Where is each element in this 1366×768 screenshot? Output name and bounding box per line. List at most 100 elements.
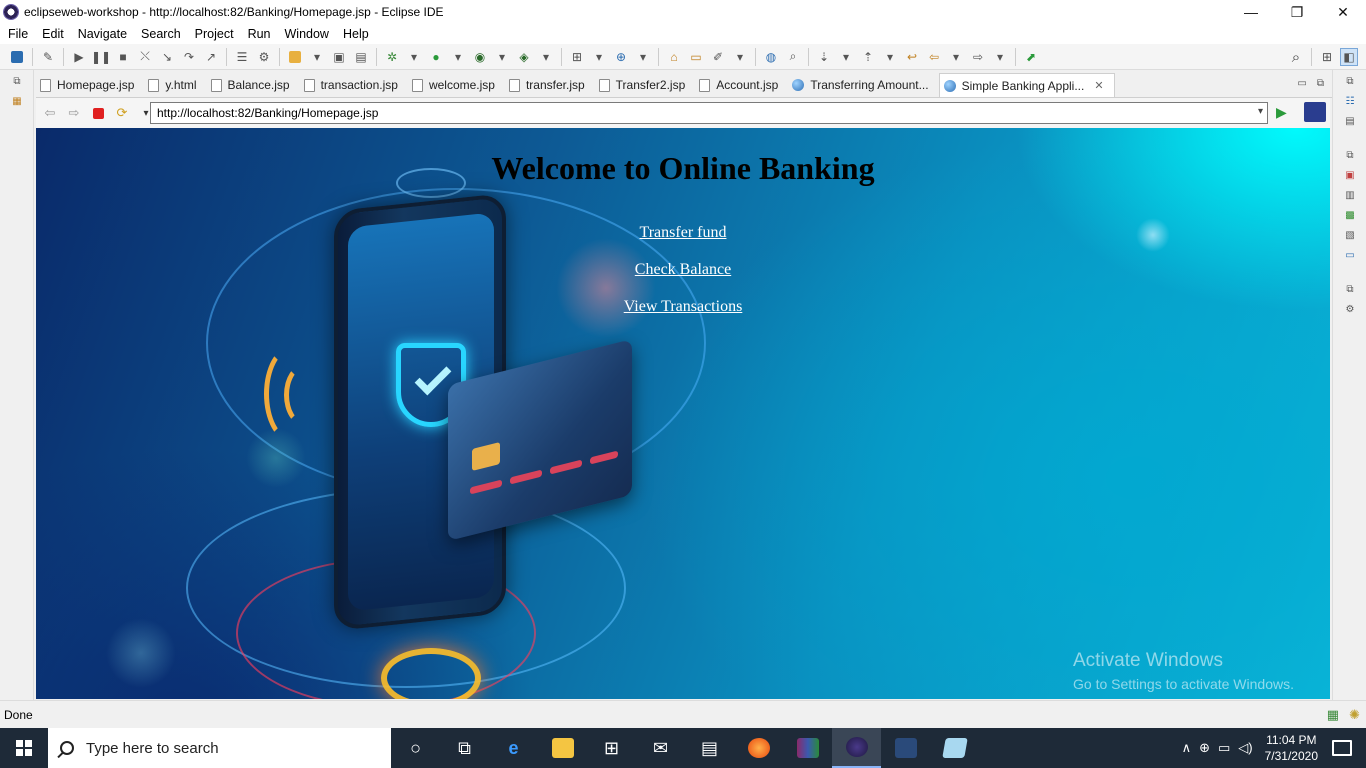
dropdown-arrow-icon[interactable]: ▾ [590,48,608,66]
file-explorer-icon[interactable] [538,728,587,768]
error-log-icon[interactable]: ▦ [1327,707,1339,723]
open-folder-icon[interactable]: ▭ [687,48,705,66]
step-into-icon[interactable]: ↘ [158,48,176,66]
forward-icon[interactable]: ⇨ [969,48,987,66]
open-task-list-icon[interactable]: ✐ [709,48,727,66]
tab-welcome-jsp[interactable]: welcome.jsp [408,73,505,97]
resume-icon[interactable]: ▶ [70,48,88,66]
step-return-icon[interactable]: ↗ [202,48,220,66]
refresh-icon[interactable]: ⟳ [112,103,132,123]
new-class-icon[interactable]: ⊕ [612,48,630,66]
url-input[interactable]: http://localhost:82/Banking/Homepage.jsp… [150,102,1268,124]
tab-simple-banking-app[interactable]: Simple Banking Appli... ✕ [938,73,1115,97]
tip-lightbulb-icon[interactable]: ✺ [1349,707,1360,723]
dropdown-arrow-icon[interactable]: ▾ [731,48,749,66]
menu-search[interactable]: Search [134,27,188,41]
mail-icon[interactable]: ✉ [636,728,685,768]
save-icon[interactable]: ▣ [330,48,348,66]
transfer-fund-link[interactable]: Transfer fund [36,224,1330,242]
minimize-editor-icon[interactable]: ▭ [1297,78,1306,89]
dropdown-arrow-icon[interactable]: ▾ [493,48,511,66]
globe-icon[interactable]: ◍ [762,48,780,66]
media-icon[interactable]: ▤ [685,728,734,768]
tab-transfer2-jsp[interactable]: Transfer2.jsp [595,73,696,97]
open-in-browser-icon[interactable] [1304,102,1326,122]
back-arrow-icon[interactable]: ⇦ [40,103,60,123]
eclipse-taskbar-icon[interactable] [832,728,881,768]
markers-icon[interactable]: ▣ [1342,170,1358,184]
data-source-icon[interactable]: ▧ [1342,230,1358,244]
coverage-icon[interactable]: ◉ [471,48,489,66]
disconnect-icon[interactable]: ⤬ [136,48,154,66]
battery-icon[interactable]: ▭ [1218,740,1230,756]
tab-transferring-amount[interactable]: Transferring Amount... [788,73,938,97]
menu-window[interactable]: Window [278,27,336,41]
dropdown-arrow-icon[interactable]: ▾ [837,48,855,66]
step-over-icon[interactable]: ↷ [180,48,198,66]
menu-project[interactable]: Project [188,27,241,41]
view-transactions-link[interactable]: View Transactions [36,298,1330,316]
previous-annotation-icon[interactable]: ⇡ [859,48,877,66]
mysql-workbench-icon[interactable] [881,728,930,768]
dropdown-arrow-icon[interactable]: ▾ [947,48,965,66]
pin-editor-icon[interactable]: ⬈ [1022,48,1040,66]
dropdown-arrow-icon[interactable]: ▾ [991,48,1009,66]
restore-view-icon[interactable]: ⧉ [1342,76,1358,90]
close-tab-icon[interactable]: ✕ [1094,79,1103,92]
winrar-icon[interactable] [783,728,832,768]
properties-icon[interactable]: ▥ [1342,190,1358,204]
tab-transaction-jsp[interactable]: transaction.jsp [300,73,408,97]
task-list-icon[interactable]: ▤ [1342,116,1358,130]
dropdown-arrow-icon[interactable]: ▾ [634,48,652,66]
terminate-icon[interactable]: ■ [114,48,132,66]
restore-view-icon[interactable]: ⧉ [1342,150,1358,164]
open-type-icon[interactable]: ⌂ [665,48,683,66]
store-icon[interactable]: ⊞ [587,728,636,768]
progress-icon[interactable]: ⚙ [1342,304,1358,318]
menu-navigate[interactable]: Navigate [71,27,134,41]
tab-homepage-jsp[interactable]: Homepage.jsp [36,73,144,97]
last-edit-location-icon[interactable]: ↩ [903,48,921,66]
menu-run[interactable]: Run [241,27,278,41]
menu-help[interactable]: Help [336,27,376,41]
dropdown-arrow-icon[interactable]: ▾ [881,48,899,66]
task-view-icon[interactable]: ⧉ [440,728,489,768]
tab-account-jsp[interactable]: Account.jsp [695,73,788,97]
maximize-editor-icon[interactable]: ⧉ [1317,78,1324,89]
servers-icon[interactable]: ▩ [1342,210,1358,224]
dropdown-arrow-icon[interactable]: ▾ [537,48,555,66]
debug-icon[interactable]: ✲ [383,48,401,66]
restore-view-icon[interactable]: ⧉ [1342,284,1358,298]
restore-view-icon[interactable]: ⧉ [8,76,26,90]
new-server-icon[interactable]: ⊞ [568,48,586,66]
volume-icon[interactable]: ◁) [1238,740,1252,756]
back-icon[interactable]: ⇦ [925,48,943,66]
stop-icon[interactable] [88,103,108,123]
firefox-icon[interactable] [734,728,783,768]
notepad-icon[interactable] [930,728,979,768]
network-globe-icon[interactable]: ⊕ [1199,740,1210,756]
tab-transfer-jsp[interactable]: transfer.jsp [505,73,595,97]
outline-icon[interactable]: ☷ [1342,96,1358,110]
new-icon[interactable] [8,48,26,66]
use-step-filters-icon[interactable]: ☰ [233,48,251,66]
go-icon[interactable]: ▶ [1276,104,1287,121]
check-balance-link[interactable]: Check Balance [36,261,1330,279]
java-ee-perspective-icon[interactable]: ◧ [1340,48,1358,66]
clock[interactable]: 11:04 PM 7/31/2020 [1265,732,1318,764]
tab-balance-jsp[interactable]: Balance.jsp [207,73,300,97]
run-icon[interactable]: ● [427,48,445,66]
save-all-icon[interactable]: ▤ [352,48,370,66]
close-button[interactable]: ✕ [1320,0,1366,24]
start-button[interactable] [0,728,48,768]
chevron-up-icon[interactable]: ∧ [1182,740,1192,756]
project-explorer-icon[interactable]: ▦ [8,96,26,110]
search-file-icon[interactable]: ⌕ [784,48,802,66]
edge-icon[interactable]: e [489,728,538,768]
open-perspective-icon[interactable]: ⊞ [1318,48,1336,66]
restore-button[interactable]: ❐ [1274,0,1320,24]
suspend-icon[interactable]: ❚❚ [91,48,111,66]
menu-edit[interactable]: Edit [35,27,71,41]
external-tools-icon[interactable]: ◈ [515,48,533,66]
dropdown-arrow-icon[interactable]: ▾ [308,48,326,66]
